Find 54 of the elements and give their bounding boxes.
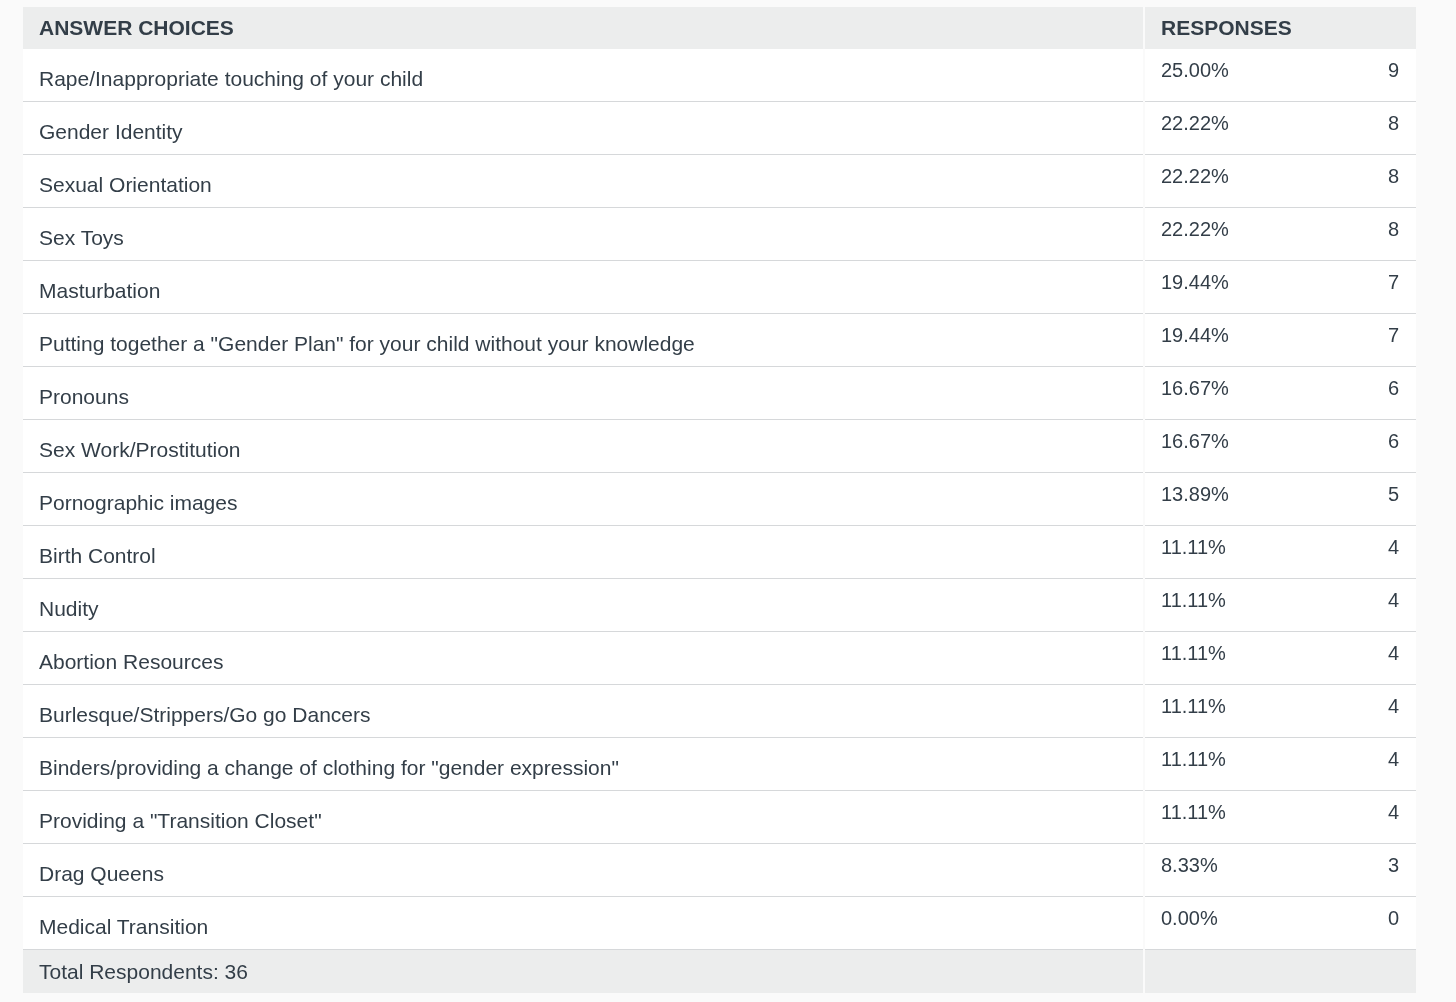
response-count: 4: [1387, 695, 1399, 718]
answer-choice: Nudity: [39, 597, 99, 621]
answer-choice: Sex Toys: [39, 226, 124, 250]
response-count: 0: [1387, 907, 1399, 930]
column-header: RESPONSES: [1145, 7, 1416, 49]
answer-choice: Putting together a "Gender Plan" for your child without your knowledge: [39, 332, 695, 356]
answer-choice: Providing a "Transition Closet": [39, 809, 322, 833]
response-percent: 16.67%: [1161, 430, 1229, 453]
response-count: 6: [1387, 430, 1399, 453]
response-percent: 11.11%: [1161, 695, 1226, 718]
response-count: 8: [1387, 218, 1399, 241]
response-count: 4: [1387, 589, 1399, 612]
response-percent: 16.67%: [1161, 377, 1229, 400]
response-percent: 11.11%: [1161, 536, 1226, 559]
response-count: 3: [1387, 854, 1399, 877]
response-count: 8: [1387, 165, 1399, 188]
answer-choice: Drag Queens: [39, 862, 164, 886]
answer-choice: Binders/providing a change of clothing for "gender expression": [39, 756, 619, 780]
answer-choice: Rape/Inappropriate touching of your child: [39, 67, 424, 91]
response-percent: 22.22%: [1161, 165, 1229, 188]
response-count: 9: [1387, 59, 1399, 82]
response-percent: 11.11%: [1161, 589, 1226, 612]
answer-choice: Medical Transition: [39, 915, 209, 939]
answer-choice: Birth Control: [39, 544, 156, 568]
response-count: 5: [1387, 483, 1399, 506]
response-count: 4: [1387, 536, 1399, 559]
answer-choice: Burlesque/Strippers/Go go Dancers: [39, 703, 371, 727]
response-percent: 22.22%: [1161, 218, 1229, 241]
answer-choice: Gender Identity: [39, 120, 183, 144]
response-percent: 19.44%: [1161, 271, 1229, 294]
response-count: 4: [1387, 748, 1399, 771]
response-percent: 11.11%: [1161, 642, 1226, 665]
response-percent: 11.11%: [1161, 801, 1226, 824]
answer-choice: Pronouns: [39, 385, 129, 409]
response-count: 8: [1387, 112, 1399, 135]
response-percent: 25.00%: [1161, 59, 1229, 82]
response-count: 6: [1387, 377, 1399, 400]
response-percent: 0.00%: [1161, 907, 1218, 930]
answer-choice: Sex Work/Prostitution: [39, 438, 241, 462]
total-respondents: Total Respondents: 36: [23, 950, 1143, 993]
response-percent: 8.33%: [1161, 854, 1218, 877]
response-percent: 19.44%: [1161, 324, 1229, 347]
response-percent: 13.89%: [1161, 483, 1229, 506]
column-header: ANSWER CHOICES: [23, 7, 1143, 49]
response-count: 7: [1387, 271, 1399, 294]
answer-choice: Abortion Resources: [39, 650, 224, 674]
answer-choice: Pornographic images: [39, 491, 238, 515]
response-percent: 22.22%: [1161, 112, 1229, 135]
response-count: 7: [1387, 324, 1399, 347]
answer-choice: Sexual Orientation: [39, 173, 212, 197]
answer-choice: Masturbation: [39, 279, 161, 303]
response-count: 4: [1387, 642, 1399, 665]
response-count: 4: [1387, 801, 1399, 824]
response-percent: 11.11%: [1161, 748, 1226, 771]
